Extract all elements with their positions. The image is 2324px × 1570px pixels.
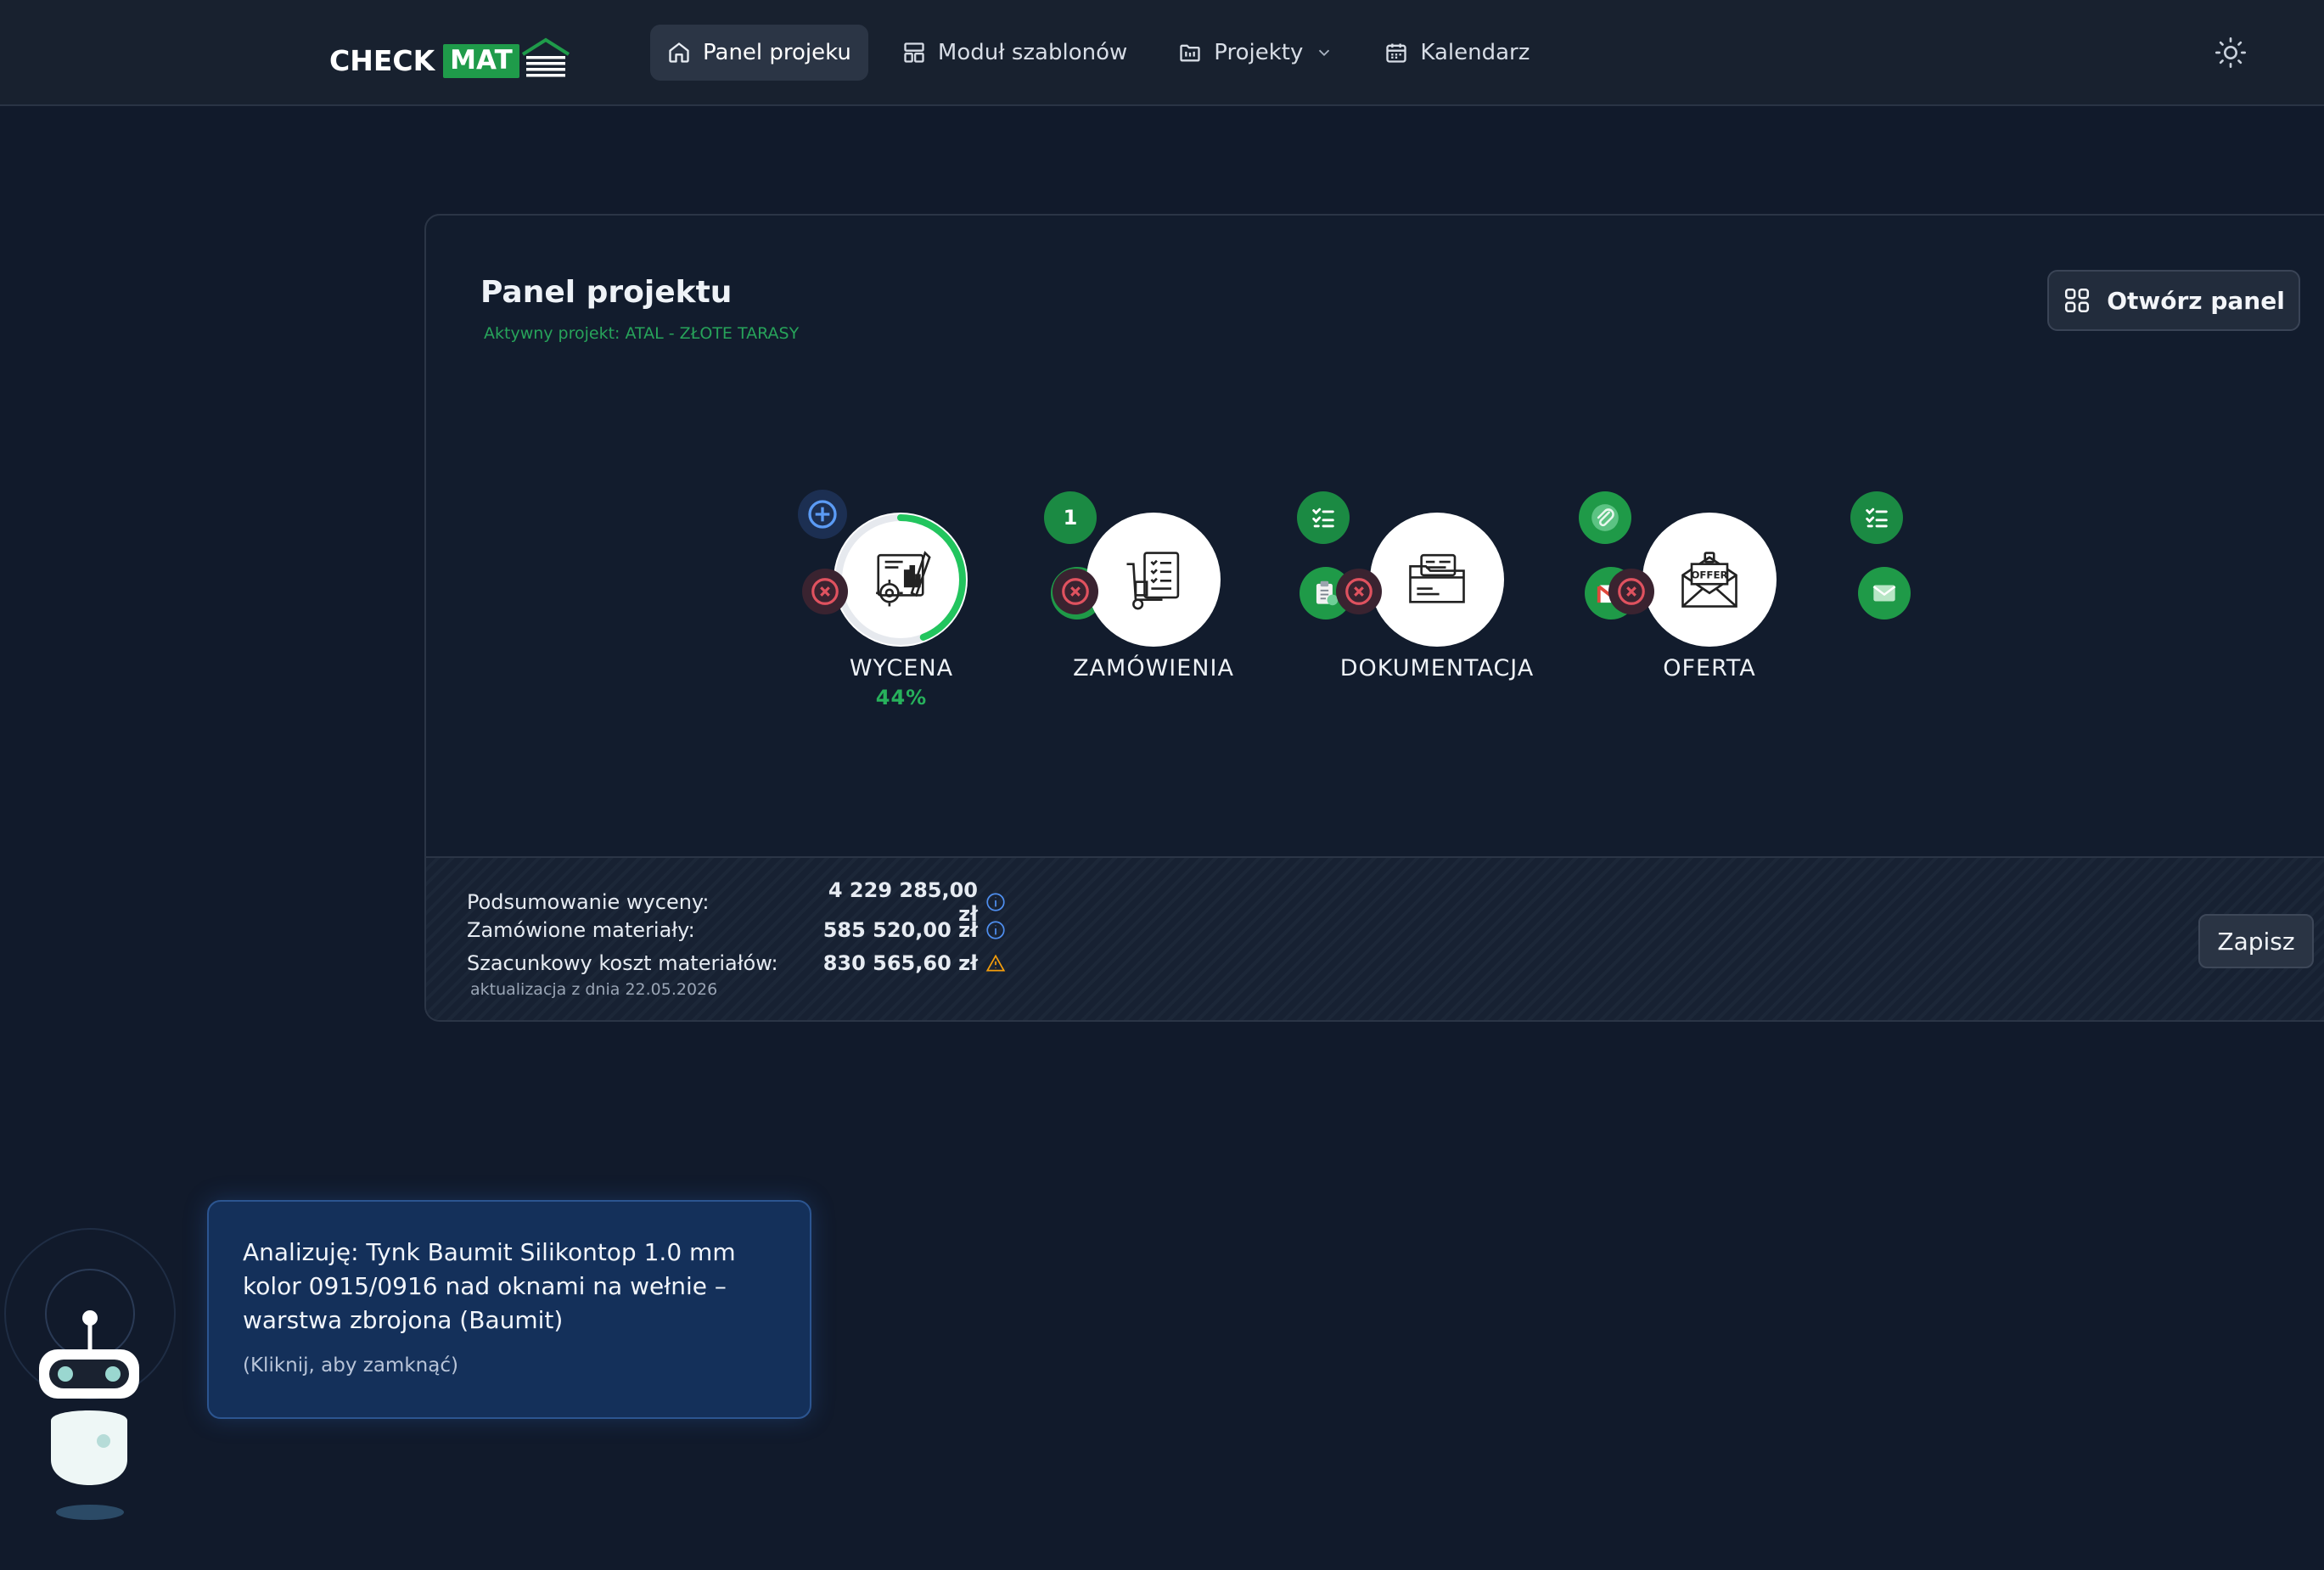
stage-wycena[interactable]: 1 WYCENA 44% xyxy=(774,485,1103,709)
nav-kalendarz[interactable]: Kalendarz xyxy=(1367,25,1547,81)
summary-row-estimated-cost: Szacunkowy koszt materiałów: 830 565,60 … xyxy=(467,951,1007,975)
logo-roof-icon xyxy=(521,37,570,77)
summary-label: Podsumowanie wyceny: xyxy=(467,890,710,914)
update-date-note: aktualizacja z dnia 22.05.2026 xyxy=(470,980,718,999)
order-icon[interactable] xyxy=(1086,513,1221,647)
open-panel-button[interactable]: Otwórz panel xyxy=(2047,270,2300,331)
active-project-label: Aktywny projekt: ATAL - ZŁOTE TARASY xyxy=(484,324,800,343)
stage-oferta[interactable]: OFFER OFERTA xyxy=(1582,485,1911,681)
offer-envelope-icon[interactable]: OFFER xyxy=(1642,513,1777,647)
nav-label: Moduł szablonów xyxy=(937,40,1128,65)
remove-icon[interactable] xyxy=(802,569,848,614)
nav-modul-szablonow[interactable]: Moduł szablonów xyxy=(885,25,1144,81)
summary-label: Zamówione materiały: xyxy=(467,918,695,942)
remove-icon[interactable] xyxy=(1608,569,1654,614)
stage-zamowienia[interactable]: ZAMÓWIENIA xyxy=(1026,485,1352,681)
stage-label: ZAMÓWIENIA xyxy=(1073,655,1234,681)
open-panel-label: Otwórz panel xyxy=(2107,286,2285,315)
logo-mat-text: MAT xyxy=(443,44,519,78)
summary-row-ordered: Zamówione materiały: 585 520,00 zł xyxy=(467,918,1007,942)
stage-dokumentacja[interactable]: DOKUMENTACJA xyxy=(1310,485,1637,681)
calendar-icon xyxy=(1386,43,1407,63)
documentation-folder-icon[interactable] xyxy=(1370,513,1504,647)
stage-label: WYCENA xyxy=(849,655,954,681)
folder-icon xyxy=(1180,44,1200,62)
assistant-message: Analizuję: Tynk Baumit Silikontop 1.0 mm… xyxy=(243,1238,736,1334)
estimate-icon[interactable] xyxy=(834,513,968,647)
close-hint: (Kliknij, aby zamknąć) xyxy=(243,1354,458,1377)
warning-icon[interactable] xyxy=(985,952,1007,974)
assistant-message-bubble[interactable]: Analizuję: Tynk Baumit Silikontop 1.0 mm… xyxy=(207,1200,811,1419)
summary-value: 585 520,00 zł xyxy=(822,918,978,942)
remove-icon[interactable] xyxy=(1336,569,1382,614)
nav-panel-projeku[interactable]: Panel projeku xyxy=(650,25,868,81)
checklist-icon[interactable] xyxy=(1850,491,1903,544)
nav-label: Projekty xyxy=(1214,40,1304,65)
stage-label: DOKUMENTACJA xyxy=(1339,655,1535,681)
summary-label: Szacunkowy koszt materiałów: xyxy=(467,951,778,975)
nav-projekty-dropdown[interactable]: Projekty xyxy=(1161,25,1350,81)
summary-value: 830 565,60 zł xyxy=(822,951,978,975)
logo-check-text: CHECK xyxy=(329,44,435,77)
mail-icon[interactable] xyxy=(1858,567,1911,620)
save-button[interactable]: Zapisz xyxy=(2198,914,2314,968)
stage-label: OFERTA xyxy=(1663,655,1756,681)
summary-strip: Podsumowanie wyceny: 4 229 285,00 zł Zam… xyxy=(426,856,2324,1020)
top-navigation-bar: CHECK MAT Panel projeku Moduł szablonów … xyxy=(0,0,2324,106)
checkmat-logo[interactable]: CHECK MAT xyxy=(329,27,570,78)
layout-icon xyxy=(904,42,924,63)
info-icon[interactable] xyxy=(985,891,1007,913)
nav-label: Panel projeku xyxy=(703,40,851,65)
remove-icon[interactable] xyxy=(1053,569,1098,614)
page-title: Panel projektu xyxy=(480,275,733,310)
nav-label: Kalendarz xyxy=(1420,40,1530,65)
chevron-down-icon xyxy=(1319,49,1330,57)
offer-text: OFFER xyxy=(1691,569,1727,581)
stage-progress: 44% xyxy=(875,686,928,709)
main-nav: Panel projeku Moduł szablonów Projekty K… xyxy=(650,25,1547,81)
robot-assistant-icon[interactable] xyxy=(0,1222,178,1528)
info-icon[interactable] xyxy=(985,919,1007,941)
home-icon xyxy=(669,42,689,63)
sun-icon[interactable] xyxy=(2214,36,2248,70)
grid-icon xyxy=(2065,288,2090,313)
project-panel-card: Panel projektu Aktywny projekt: ATAL - Z… xyxy=(424,214,2324,1022)
